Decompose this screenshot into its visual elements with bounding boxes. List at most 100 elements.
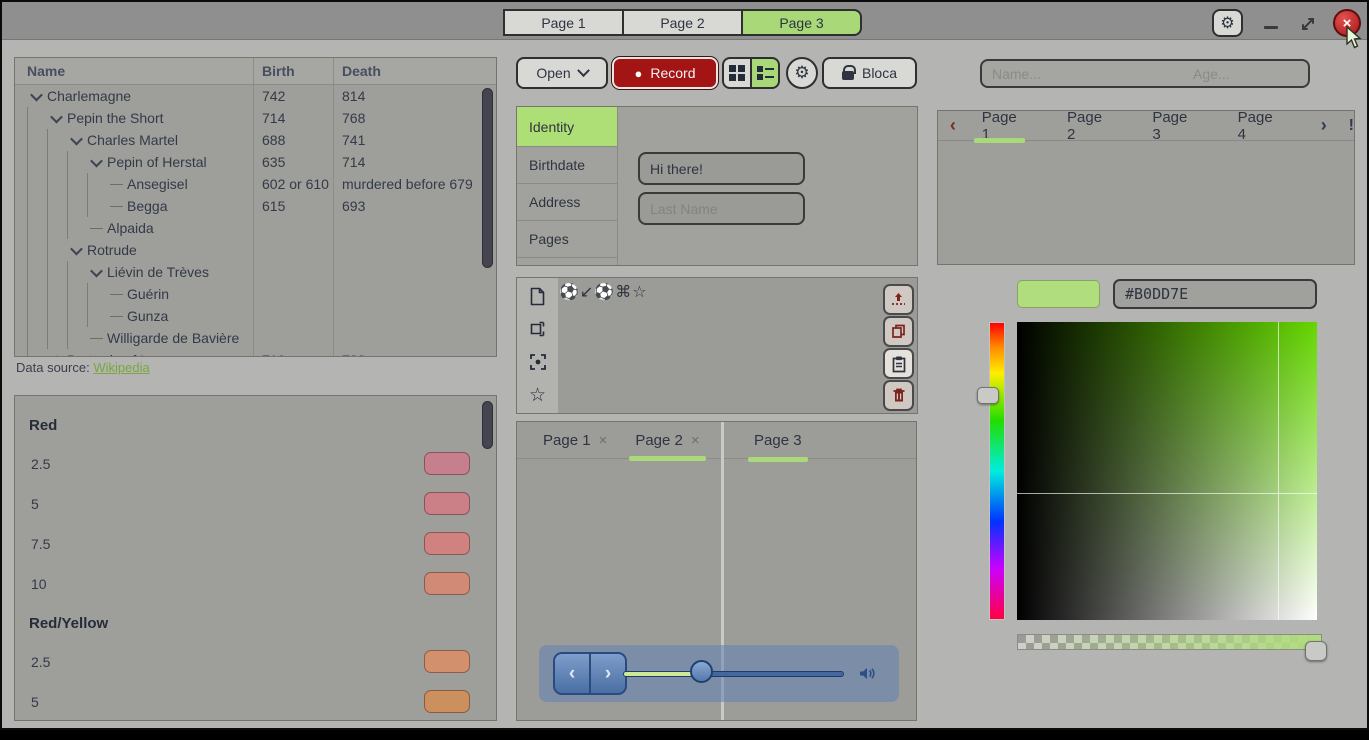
expand-chevron-icon[interactable] <box>107 305 125 327</box>
star-icon[interactable]: ☆ <box>528 385 548 405</box>
doc-tab[interactable]: Page 1 × <box>529 422 621 458</box>
titlebar-tab[interactable]: Page 2 <box>622 9 743 36</box>
tree-row[interactable]: Charlemagne 742 814 <box>15 85 496 107</box>
speaker-icon <box>858 665 877 682</box>
titlebar-tab[interactable]: Page 3 <box>741 9 862 36</box>
palette-item: 7.5 <box>15 524 496 564</box>
genealogy-tree-table: Name Birth Death Charlemagne 742 814 <box>14 57 497 357</box>
open-dropdown-button[interactable]: Open <box>516 57 608 89</box>
gear-icon: ⚙ <box>794 63 809 83</box>
column-header-death[interactable]: Death <box>333 58 496 84</box>
close-button[interactable]: × <box>1333 9 1361 37</box>
expand-chevron-icon[interactable] <box>87 327 105 349</box>
palette-row: 5 <box>15 682 496 721</box>
volume-button[interactable] <box>858 665 877 682</box>
pager-prev-icon[interactable]: ‹ <box>938 115 968 136</box>
tree-row[interactable]: Begga 615 693 <box>15 195 496 217</box>
expand-chevron-icon[interactable] <box>87 151 105 173</box>
document-tabs-panel: Page 1 × Page 2 × Page 3 ‹ <box>516 421 917 721</box>
expand-chevron-icon[interactable] <box>107 173 125 195</box>
canvas-tool-strip: ☆ <box>517 278 558 413</box>
palette-section-header: Red/Yellow <box>15 604 496 642</box>
alpha-slider-handle[interactable] <box>1305 641 1327 661</box>
doc-tab[interactable]: Page 2 × <box>621 422 713 458</box>
expand-chevron-icon[interactable] <box>87 217 105 239</box>
form-tab[interactable]: Pages <box>517 221 617 258</box>
expand-chevron-icon[interactable] <box>87 261 105 283</box>
settings-button[interactable]: ⚙ <box>1212 9 1243 37</box>
wikipedia-link[interactable]: Wikipedia <box>93 360 149 375</box>
palette-scrollbar[interactable] <box>482 401 493 449</box>
tree-scrollbar[interactable] <box>482 88 493 268</box>
pager-next-icon[interactable]: › <box>1309 115 1339 136</box>
pager-tab[interactable]: Page 4 <box>1224 111 1287 140</box>
minimize-button[interactable] <box>1264 26 1278 29</box>
chevron-down-icon <box>577 64 590 77</box>
sv-crosshair-vertical <box>1278 322 1279 620</box>
expand-chevron-icon[interactable] <box>107 195 125 217</box>
titlebar[interactable]: Page 1 Page 2 Page 3 ⚙ × <box>2 2 1367 40</box>
alpha-gradient <box>1018 635 1321 649</box>
close-icon: × <box>1343 15 1352 32</box>
age-input[interactable] <box>1183 61 1310 86</box>
expand-chevron-icon[interactable] <box>27 85 45 107</box>
alpha-slider[interactable] <box>1017 634 1322 650</box>
list-view-button[interactable] <box>750 57 780 89</box>
record-dot-icon: ● <box>635 66 643 81</box>
delete-button[interactable] <box>883 380 914 411</box>
pager-tab[interactable]: Page 3 <box>1138 111 1201 140</box>
saturation-value-area[interactable] <box>1017 322 1317 620</box>
column-header-name[interactable]: Name <box>15 63 253 79</box>
tree-row[interactable]: Pepin of Herstal 635 714 <box>15 151 496 173</box>
tree-row[interactable]: Pepin the Short 714 768 <box>15 107 496 129</box>
first-name-input[interactable] <box>638 152 805 185</box>
pager-overflow-icon[interactable]: ! <box>1349 117 1354 135</box>
options-button[interactable]: ⚙ <box>786 57 818 89</box>
media-prev-button[interactable]: ‹ <box>553 652 591 695</box>
bloca-button[interactable]: Bloca <box>822 57 917 89</box>
expand-chevron-icon[interactable] <box>47 107 65 129</box>
tree-row[interactable]: Guérin <box>15 283 496 305</box>
last-name-input[interactable] <box>638 192 805 225</box>
expand-chevron-icon[interactable] <box>67 129 85 151</box>
form-tab[interactable]: Birthdate <box>517 147 617 184</box>
new-document-icon[interactable] <box>528 286 548 306</box>
copy-button[interactable] <box>883 316 914 347</box>
tree-row[interactable]: Liévin de Trèves <box>15 261 496 283</box>
tree-row[interactable]: Alpaida <box>15 217 496 239</box>
doc-tab[interactable]: Page 3 <box>740 422 816 459</box>
tree-row[interactable]: Rotrude <box>15 239 496 261</box>
expand-chevron-icon[interactable] <box>107 283 125 305</box>
media-next-button[interactable]: › <box>589 652 627 695</box>
hue-slider[interactable] <box>989 322 1005 620</box>
center-focus-icon[interactable] <box>528 352 548 372</box>
record-button[interactable]: ● Record <box>612 57 718 89</box>
upload-button[interactable] <box>883 284 914 315</box>
tab-close-icon[interactable]: × <box>691 432 700 449</box>
resize-icon[interactable] <box>528 319 548 339</box>
media-slider-thumb[interactable] <box>690 660 713 683</box>
tree-row[interactable]: Gunza <box>15 305 496 327</box>
grid-view-button[interactable] <box>722 57 752 89</box>
tree-row[interactable]: Charles Martel 688 741 <box>15 129 496 151</box>
tree-row[interactable]: Ansegisel 602 or 610 murdered before 679 <box>15 173 496 195</box>
maximize-button[interactable] <box>1299 15 1317 33</box>
tab-close-icon[interactable]: × <box>599 432 608 449</box>
titlebar-tab[interactable]: Page 1 <box>503 9 624 36</box>
pager-tab[interactable]: Page 2 <box>1053 111 1116 140</box>
name-input[interactable] <box>982 61 1183 86</box>
hue-slider-handle[interactable] <box>977 387 999 404</box>
expand-chevron-icon[interactable] <box>47 349 65 357</box>
paste-button[interactable] <box>883 348 914 379</box>
tree-header-row[interactable]: Name Birth Death <box>15 58 496 85</box>
form-tab[interactable]: Address <box>517 184 617 221</box>
pager-tab[interactable]: Page 1 <box>968 111 1031 140</box>
column-header-birth[interactable]: Birth <box>253 58 333 84</box>
media-slider-track[interactable] <box>623 671 844 677</box>
trash-icon <box>891 387 907 404</box>
hex-color-input[interactable] <box>1113 279 1317 309</box>
expand-chevron-icon[interactable] <box>67 239 85 261</box>
tree-row[interactable]: Willigarde de Bavière <box>15 327 496 349</box>
form-tab[interactable]: Identity <box>517 107 617 147</box>
tree-row[interactable]: Bertrade of Laon 710 783 <box>15 349 496 357</box>
